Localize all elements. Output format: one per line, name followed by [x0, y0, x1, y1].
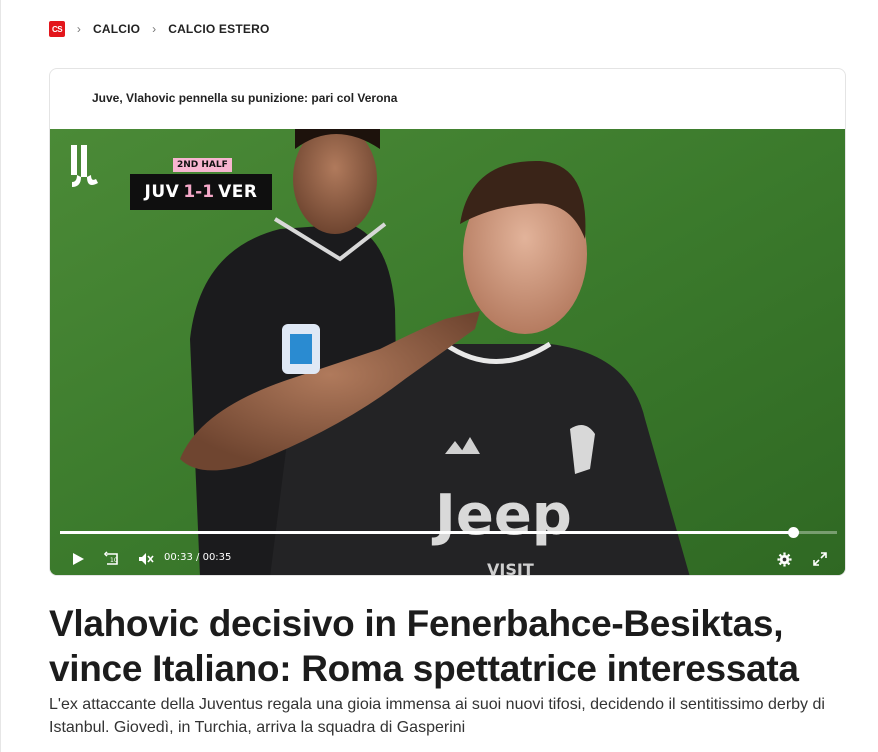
svg-text:10: 10 — [110, 557, 118, 564]
time-separator: / — [196, 552, 200, 563]
video-title[interactable]: Juve, Vlahovic pennella su punizione: pa… — [92, 91, 397, 105]
current-time: 00:33 — [164, 552, 193, 563]
duration: 00:35 — [202, 552, 232, 563]
site-logo[interactable]: CS — [49, 21, 65, 37]
settings-gear-icon[interactable] — [774, 549, 794, 569]
page-divider — [0, 0, 1, 752]
breadcrumb-item-calcio[interactable]: CALCIO — [93, 22, 140, 36]
video-controls: 10 00:33 / 00:35 — [50, 527, 845, 575]
juventus-logo-icon — [71, 145, 98, 187]
match-half-badge: 2ND HALF — [173, 158, 232, 172]
fullscreen-icon[interactable] — [810, 549, 830, 569]
video-card: Juve, Vlahovic pennella su punizione: pa… — [49, 68, 846, 576]
article-summary: L'ex attaccante della Juventus regala un… — [49, 696, 825, 736]
progress-bar[interactable] — [60, 527, 837, 538]
chevron-right-icon: › — [76, 22, 82, 36]
breadcrumb: CS › CALCIO › CALCIO ESTERO — [49, 20, 269, 38]
video-player[interactable]: Jeep VISIT 2ND HALF JUV 1-1 VER 10 00:33… — [50, 129, 845, 575]
rewind-10-icon[interactable]: 10 — [102, 549, 122, 569]
chevron-right-icon: › — [152, 22, 157, 36]
play-icon[interactable] — [68, 549, 88, 569]
volume-muted-icon[interactable] — [136, 549, 156, 569]
away-team-label: VER — [218, 182, 258, 202]
time-display: 00:33 / 00:35 — [164, 552, 231, 563]
progress-handle[interactable] — [787, 527, 799, 538]
home-team-label: JUV — [144, 182, 180, 202]
scorebug: JUV 1-1 VER — [130, 174, 272, 210]
page: CS › CALCIO › CALCIO ESTERO Juve, Vlahov… — [0, 0, 878, 752]
score-label: 1-1 — [183, 182, 215, 202]
article-headline: Vlahovic decisivo in Fenerbahce-Besiktas… — [49, 603, 799, 689]
progress-fill — [60, 531, 793, 534]
control-row: 10 00:33 / 00:35 — [50, 549, 845, 569]
breadcrumb-item-calcio-estero[interactable]: CALCIO ESTERO — [168, 22, 269, 36]
